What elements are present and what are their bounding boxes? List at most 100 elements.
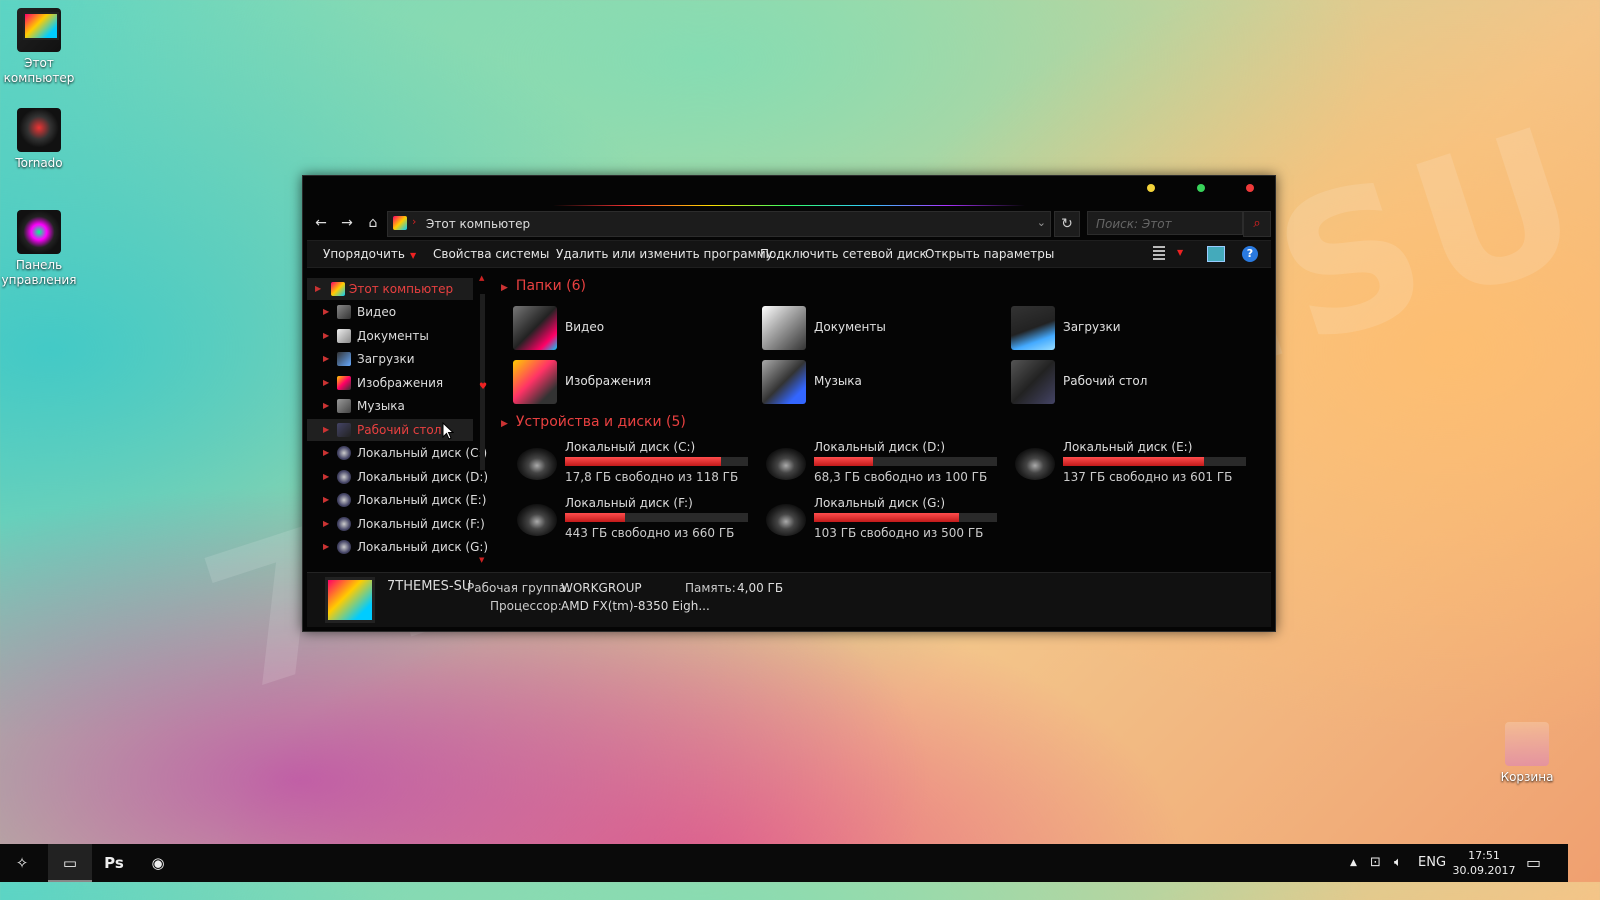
- folder-music[interactable]: Музыка: [762, 360, 1002, 404]
- taskbar-explorer-button[interactable]: ▭: [48, 844, 92, 882]
- drive-icon: [337, 446, 351, 460]
- sidebar-item-drive-c[interactable]: ▶ Локальный диск (C:): [307, 442, 487, 464]
- sidebar-item-drive-e[interactable]: ▶ Локальный диск (E:): [307, 489, 486, 511]
- uninstall-program-button[interactable]: Удалить или изменить программу: [556, 247, 773, 261]
- cpu-label: Процессор:: [490, 599, 562, 613]
- sidebar-item-label: Загрузки: [357, 352, 415, 366]
- sidebar-scrollbar[interactable]: ▲ ♥ ▼: [479, 272, 487, 568]
- refresh-icon[interactable]: ↻: [1054, 211, 1080, 237]
- map-network-drive-button[interactable]: Подключить сетевой диск: [760, 247, 927, 261]
- desktop-icon-tornado[interactable]: Tornado: [0, 108, 78, 171]
- view-options-icon[interactable]: [1153, 246, 1165, 260]
- drive-d[interactable]: Локальный диск (D:) 68,3 ГБ свободно из 1…: [762, 440, 1002, 486]
- sidebar-item-label: Локальный диск (F:): [357, 517, 485, 531]
- desktop-icon-control-panel[interactable]: Панель управления: [0, 210, 78, 288]
- desktop-icon-recycle-bin[interactable]: Корзина: [1488, 722, 1566, 785]
- expand-arrow-icon[interactable]: ▶: [323, 301, 329, 323]
- search-input[interactable]: Поиск: Этот компьютер: [1087, 211, 1243, 255]
- expand-arrow-icon[interactable]: ▶: [323, 372, 329, 394]
- taskbar-chrome-button[interactable]: ◉: [136, 844, 180, 882]
- drive-usage-bar: [565, 457, 748, 466]
- expand-arrow-icon[interactable]: ▶: [323, 419, 329, 441]
- address-bar[interactable]: › Этот компьютер ⌄: [387, 211, 1051, 237]
- expand-arrow-icon[interactable]: ▶: [315, 278, 321, 300]
- network-icon[interactable]: ⊡: [1370, 844, 1381, 882]
- breadcrumb-chevron-icon[interactable]: ›: [412, 215, 416, 228]
- sidebar-item-video[interactable]: ▶ Видео: [307, 301, 473, 323]
- start-button[interactable]: ✧: [0, 844, 44, 882]
- breadcrumb[interactable]: Этот компьютер: [426, 217, 530, 231]
- sidebar-item-downloads[interactable]: ▶ Загрузки: [307, 348, 473, 370]
- clock[interactable]: 17:51 30.09.2017: [1452, 848, 1516, 878]
- collapse-arrow-icon[interactable]: ▶: [501, 283, 508, 293]
- expand-arrow-icon[interactable]: ▶: [323, 466, 329, 488]
- drive-usage-fill: [565, 457, 721, 466]
- group-title: Папки (6): [515, 278, 587, 294]
- notifications-icon[interactable]: ▭: [1526, 844, 1541, 882]
- close-button[interactable]: [1246, 184, 1254, 192]
- help-icon[interactable]: ?: [1242, 246, 1258, 262]
- control-panel-icon: [17, 210, 61, 254]
- expand-arrow-icon[interactable]: ▶: [323, 489, 329, 511]
- collapse-arrow-icon[interactable]: ▶: [501, 419, 508, 429]
- folder-desktop[interactable]: Рабочий стол: [1011, 360, 1251, 404]
- expand-arrow-icon[interactable]: ▶: [323, 348, 329, 370]
- sidebar-item-pictures[interactable]: ▶ Изображения: [307, 372, 473, 394]
- expand-arrow-icon[interactable]: ▶: [323, 442, 329, 464]
- expand-arrow-icon[interactable]: ▶: [323, 325, 329, 347]
- folder-documents[interactable]: Документы: [762, 306, 1002, 350]
- home-icon[interactable]: ⌂: [363, 214, 383, 232]
- drive-e[interactable]: Локальный диск (E:) 137 ГБ свободно из 60…: [1011, 440, 1251, 486]
- folder-downloads[interactable]: Загрузки: [1011, 306, 1251, 350]
- folders-group-header[interactable]: ▶ Папки (6): [501, 278, 586, 294]
- forward-arrow-icon[interactable]: →: [337, 214, 357, 232]
- drive-icon: [517, 504, 557, 536]
- sidebar-item-drive-f[interactable]: ▶ Локальный диск (F:): [307, 513, 485, 535]
- sidebar-item-drive-g[interactable]: ▶ Локальный диск (G:): [307, 536, 488, 558]
- back-arrow-icon[interactable]: ←: [311, 214, 331, 232]
- show-hidden-icons-icon[interactable]: ▲: [1350, 844, 1357, 882]
- drive-usage-fill: [814, 457, 873, 466]
- volume-icon[interactable]: 🔈︎: [1394, 844, 1402, 882]
- sidebar-item-this-pc[interactable]: ▶ Этот компьютер: [307, 278, 473, 300]
- computer-icon: ▭: [62, 854, 78, 872]
- folder-video[interactable]: Видео: [513, 306, 753, 350]
- scroll-down-icon[interactable]: ▼: [479, 556, 484, 564]
- drive-icon: [766, 504, 806, 536]
- sidebar-item-music[interactable]: ▶ Музыка: [307, 395, 473, 417]
- sidebar-item-documents[interactable]: ▶ Документы: [307, 325, 473, 347]
- expand-arrow-icon[interactable]: ▶: [323, 536, 329, 558]
- maximize-button[interactable]: [1197, 184, 1205, 192]
- drive-icon: [1015, 448, 1055, 480]
- pictures-folder-icon: [513, 360, 557, 404]
- folder-pictures[interactable]: Изображения: [513, 360, 753, 404]
- memory-label: Память:: [685, 581, 736, 595]
- command-bar: Упорядочить ▼ Свойства системы Удалить ил…: [307, 240, 1271, 268]
- minimize-button[interactable]: [1147, 184, 1155, 192]
- drive-g[interactable]: Локальный диск (G:) 103 ГБ свободно из 50…: [762, 496, 1002, 542]
- drives-group-header[interactable]: ▶ Устройства и диски (5): [501, 414, 686, 430]
- open-settings-button[interactable]: Открыть параметры: [925, 247, 1054, 261]
- title-bar[interactable]: [303, 176, 1275, 206]
- expand-arrow-icon[interactable]: ▶: [323, 513, 329, 535]
- language-indicator[interactable]: ENG: [1418, 844, 1446, 882]
- system-properties-button[interactable]: Свойства системы: [433, 247, 549, 261]
- organize-button[interactable]: Упорядочить ▼: [323, 247, 416, 261]
- drive-c[interactable]: Локальный диск (C:) 17,8 ГБ свободно из 1…: [513, 440, 753, 486]
- drive-status: 68,3 ГБ свободно из 100 ГБ: [814, 470, 988, 484]
- search-icon[interactable]: ⌕: [1243, 211, 1271, 237]
- desktop-icon-label: Tornado: [15, 156, 63, 170]
- chevron-down-icon[interactable]: ▼: [1177, 248, 1193, 262]
- sidebar-item-drive-d[interactable]: ▶ Локальный диск (D:): [307, 466, 488, 488]
- desktop-icon-this-pc[interactable]: Этот компьютер: [0, 8, 78, 86]
- drive-f[interactable]: Локальный диск (F:) 443 ГБ свободно из 66…: [513, 496, 753, 542]
- scroll-up-icon[interactable]: ▲: [479, 274, 484, 282]
- expand-arrow-icon[interactable]: ▶: [323, 395, 329, 417]
- desktop-folder-icon: [337, 423, 351, 437]
- drive-status: 137 ГБ свободно из 601 ГБ: [1063, 470, 1233, 484]
- sidebar-item-label: Музыка: [357, 399, 405, 413]
- taskbar-photoshop-button[interactable]: Ps: [92, 844, 136, 882]
- chevron-down-icon[interactable]: ⌄: [1037, 216, 1046, 229]
- preview-pane-icon[interactable]: [1207, 246, 1225, 262]
- computer-icon: [17, 8, 61, 52]
